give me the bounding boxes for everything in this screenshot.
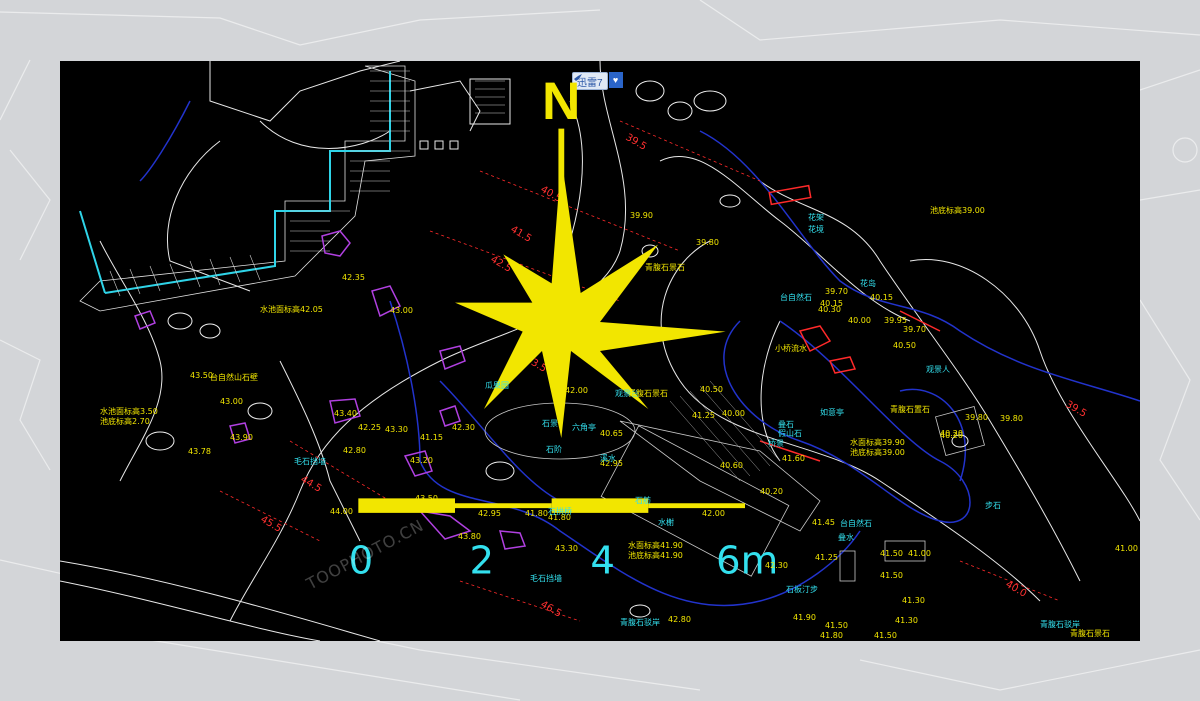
elevation-label: 40.60 — [720, 461, 743, 470]
feature-label: 池底标高39.00 — [850, 448, 905, 457]
feature-label: 小桥流水 — [775, 344, 807, 353]
feature-label: 毛石挡墙 — [530, 574, 562, 583]
cad-drawing-canvas[interactable]: 39.5 40.5 41.5 42.5 43.5 44.5 45.5 46.5 … — [60, 61, 1140, 641]
feature-label: 池底标高39.00 — [930, 206, 985, 215]
elevation-label: 40.00 — [722, 409, 745, 418]
elevation-label: 41.30 — [895, 616, 918, 625]
feature-label: 观景人 — [926, 365, 950, 374]
feature-label: 花架 — [808, 213, 824, 222]
elevation-label: 43.40 — [334, 409, 357, 418]
elevation-label: 42.35 — [342, 273, 365, 282]
elevation-label: 39.80 — [1000, 414, 1023, 423]
elevation-label: 40.15 — [820, 299, 843, 308]
feature-label: 池底标高41.90 — [628, 551, 683, 560]
feature-label: 石景 — [542, 419, 558, 428]
elevation-label: 41.50 — [880, 571, 903, 580]
elevation-label: 40.15 — [870, 293, 893, 302]
feature-label: 水面标高39.90 — [850, 438, 905, 447]
elevation-label: 41.80 — [525, 509, 548, 518]
feature-label: 溪水 — [600, 454, 616, 463]
feature-label: 六角亭 — [572, 423, 596, 432]
elevation-label: 43.00 — [390, 306, 413, 315]
feature-label: 水池面标高3.50 — [100, 407, 158, 416]
feature-label: 台自然石 — [840, 519, 872, 528]
elevation-label: 39.70 — [825, 287, 848, 296]
feature-label: 石阶 — [546, 445, 562, 454]
feature-label: 石拱桥 — [548, 507, 572, 516]
elevation-label: 44.00 — [330, 507, 353, 516]
elevation-label: 42.95 — [478, 509, 501, 518]
feature-label: 水池面标高42.05 — [260, 305, 323, 314]
elevation-label: 43.78 — [188, 447, 211, 456]
elevation-label: 40.20 — [760, 487, 783, 496]
feature-label: 如意亭 — [820, 408, 844, 417]
feature-label: 水榭 — [658, 518, 674, 527]
scale-tick-2: 2 — [470, 538, 495, 583]
elevation-label: 41.25 — [815, 553, 838, 562]
elevation-label: 41.00 — [560, 299, 583, 308]
elevation-label: 43.90 — [230, 433, 253, 442]
elevation-label: 39.80 — [965, 413, 988, 422]
feature-label: 叠水 — [838, 533, 854, 542]
elevation-label: 42.30 — [452, 423, 475, 432]
feature-label: 石板汀步 — [786, 585, 818, 594]
elevation-label: 43.30 — [385, 425, 408, 434]
feature-label: 桥景 — [768, 439, 784, 448]
feature-label: 池底标高2.70 — [100, 417, 150, 426]
feature-label: 石舫 — [635, 496, 651, 505]
elevation-label: 39.90 — [630, 211, 653, 220]
elevation-label: 41.25 — [692, 411, 715, 420]
elevation-label: 41.15 — [420, 433, 443, 442]
feature-label: 青腹石驳岸 — [620, 618, 660, 627]
elevation-label: 39.95 — [884, 316, 907, 325]
feature-label: 青腹石景石 — [645, 263, 685, 272]
elevation-label: 39.80 — [696, 238, 719, 247]
elevation-label: 43.00 — [220, 397, 243, 406]
elevation-label: 40.50 — [700, 385, 723, 394]
feature-label: 瓜果园 — [485, 381, 509, 390]
elevation-label: 41.50 — [825, 621, 848, 630]
elevation-label: 41.60 — [782, 454, 805, 463]
feature-label: 花岛 — [860, 279, 876, 288]
feature-label: 台自然山石壁 — [210, 373, 258, 382]
elevation-label: 43.20 — [410, 456, 433, 465]
elevation-label: 43.30 — [555, 544, 578, 553]
scale-tick-4: 4 — [590, 538, 615, 583]
elevation-label: 41.00 — [908, 549, 931, 558]
elevation-label: 41.80 — [820, 631, 843, 640]
elevation-label: 40.65 — [600, 429, 623, 438]
feature-label: 台自然石 — [780, 293, 812, 302]
elevation-label: 41.50 — [874, 631, 897, 640]
feature-label: 假山石 — [778, 429, 802, 438]
elevation-label: 41.45 — [812, 518, 835, 527]
north-arrow-compass: N 0 2 4 6m — [349, 72, 779, 583]
elevation-label: 41.00 — [1115, 544, 1138, 553]
elevation-label: 42.00 — [702, 509, 725, 518]
feature-label: 青腹石驳岸 — [1040, 620, 1080, 629]
elevation-label: 40.00 — [848, 316, 871, 325]
feature-label: 青腹石置石 — [890, 405, 930, 414]
elevation-label: 42.30 — [765, 561, 788, 570]
elevation-label: 41.90 — [793, 613, 816, 622]
elevation-label: 39.70 — [903, 325, 926, 334]
feature-label: 叠石 — [778, 420, 794, 429]
elevation-label: 41.30 — [902, 596, 925, 605]
elevation-label: 41.50 — [880, 549, 903, 558]
north-label: N — [542, 72, 580, 131]
feature-label: 青腹石景石 — [628, 389, 668, 398]
feature-label: 花境 — [808, 225, 824, 234]
feature-label: 步石 — [985, 501, 1001, 510]
elevation-label: 43.50 — [415, 494, 438, 503]
feature-label: 毛石挡墙 — [294, 457, 326, 466]
elevation-label: 42.80 — [343, 446, 366, 455]
elevation-label: 42.00 — [565, 386, 588, 395]
elevation-label: 40.20 — [940, 429, 963, 438]
elevation-label: 42.80 — [668, 615, 691, 624]
elevation-label: 42.25 — [358, 423, 381, 432]
feature-label: 水面标高41.90 — [628, 541, 683, 550]
feature-label: 青腹石景石 — [1070, 629, 1110, 638]
elevation-label: 40.50 — [893, 341, 916, 350]
elevation-label: 43.80 — [458, 532, 481, 541]
